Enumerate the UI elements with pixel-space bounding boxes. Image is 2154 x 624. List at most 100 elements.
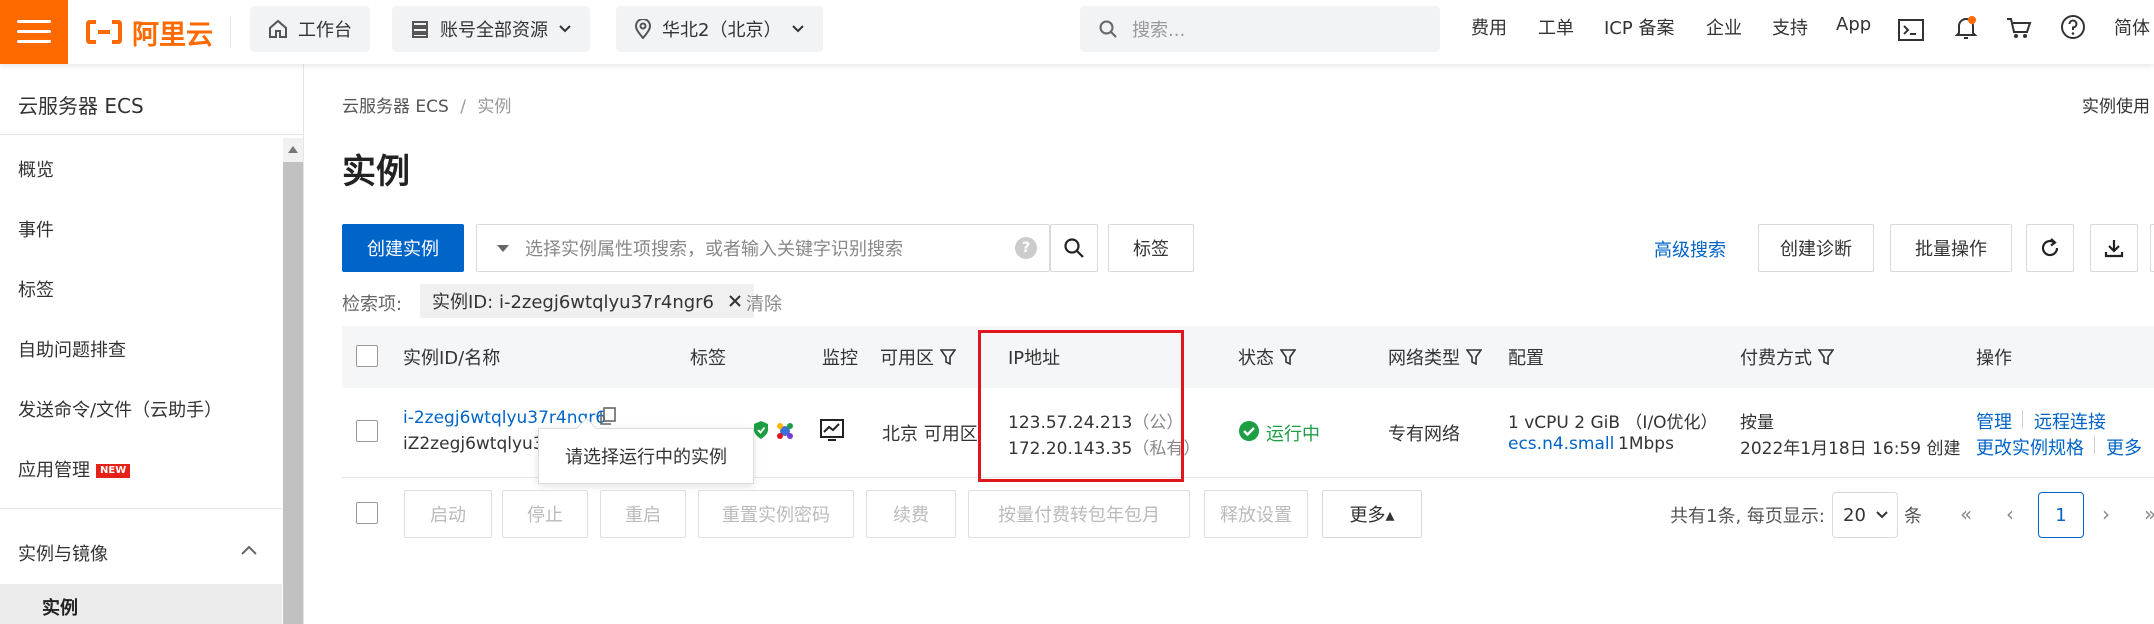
chevron-up-icon[interactable] <box>240 544 258 556</box>
manage-link[interactable]: 管理 <box>1976 408 2012 434</box>
filter-icon[interactable] <box>1466 348 1482 366</box>
create-instance-button[interactable]: 创建实例 <box>342 224 464 272</box>
bell-icon[interactable] <box>1954 14 1978 42</box>
download-icon <box>2104 240 2124 258</box>
sidebar-scroll-thumb[interactable] <box>283 162 303 624</box>
more-actions-link[interactable]: 更多 <box>2106 434 2142 460</box>
settings-button-partial[interactable] <box>2150 224 2154 272</box>
prev-page-icon[interactable]: ‹ <box>2006 502 2014 526</box>
instance-search-input[interactable]: 选择实例属性项搜索，或者输入关键字识别搜索 ? <box>476 224 1050 272</box>
create-diagnosis-button[interactable]: 创建诊断 <box>1758 224 1874 272</box>
aliyun-logo[interactable]: 阿里云 <box>86 14 213 51</box>
bandwidth: 1Mbps <box>1618 434 1674 454</box>
global-search-input[interactable]: 搜索... <box>1080 6 1440 52</box>
global-search-placeholder: 搜索... <box>1132 20 1186 41</box>
col-label: 监控 <box>822 348 858 369</box>
tooltip: 请选择运行中的实例 <box>538 428 754 484</box>
nav-app[interactable]: App <box>1836 14 1871 35</box>
first-page-icon[interactable]: « <box>1960 502 1972 526</box>
sidebar: 云服务器 ECS 概览 事件 标签 自助问题排查 发送命令/文件（云助手） 应用… <box>0 64 304 624</box>
monitor-chart-icon[interactable] <box>820 418 844 442</box>
advanced-search-link[interactable]: 高级搜索 <box>1654 236 1726 262</box>
breadcrumb-root[interactable]: 云服务器 ECS <box>342 97 449 117</box>
nav-tickets[interactable]: 工单 <box>1538 14 1574 40</box>
filter-icon[interactable] <box>1818 348 1834 366</box>
sidebar-item-events[interactable]: 事件 <box>18 216 54 242</box>
caret-down-icon[interactable] <box>497 244 509 252</box>
breadcrumb-current: 实例 <box>477 97 512 117</box>
instance-id-link[interactable]: i-2zegj6wtqlyu37r4ngr6 <box>403 408 606 428</box>
convert-billing-button[interactable]: 按量付费转包年包月 <box>968 490 1190 538</box>
sidebar-divider <box>0 134 304 135</box>
stop-button[interactable]: 停止 <box>502 490 588 538</box>
billing-method: 按量 <box>1740 413 1774 433</box>
sidebar-title: 云服务器 ECS <box>18 94 144 118</box>
row-checkbox[interactable] <box>356 420 378 442</box>
logo-divider <box>230 16 231 48</box>
close-icon[interactable] <box>728 294 742 308</box>
security-agent-icon[interactable] <box>774 420 796 442</box>
check-circle-icon <box>1239 421 1259 441</box>
more-button[interactable]: 更多▴ <box>1322 490 1422 538</box>
menu-icon[interactable] <box>0 0 68 64</box>
nav-icp[interactable]: ICP 备案 <box>1604 14 1674 40</box>
col-label: 操作 <box>1976 348 2012 369</box>
instance-type-link[interactable]: ecs.n4.small <box>1508 434 1614 454</box>
sidebar-item-cloud-assistant[interactable]: 发送命令/文件（云助手） <box>18 396 222 422</box>
filter-chip-text: 实例ID: i-2zegj6wtqlyu37r4ngr6 <box>432 292 715 313</box>
region-label: 华北2（北京） <box>662 20 782 41</box>
page-number-current[interactable]: 1 <box>2038 492 2084 538</box>
renew-button[interactable]: 续费 <box>866 490 956 538</box>
refresh-icon <box>2041 238 2059 257</box>
zone-text: 北京 可用区 <box>882 424 978 445</box>
help-icon[interactable]: ? <box>1015 237 1037 259</box>
terminal-icon[interactable] <box>1898 18 1924 42</box>
release-settings-button[interactable]: 释放设置 <box>1204 490 1308 538</box>
col-config: 配置 <box>1508 344 1544 370</box>
nav-enterprise[interactable]: 企业 <box>1706 14 1742 40</box>
workbench-button[interactable]: 工作台 <box>250 6 370 52</box>
restart-button[interactable]: 重启 <box>600 490 686 538</box>
cart-icon[interactable] <box>2006 16 2032 40</box>
copy-icon[interactable] <box>598 406 618 426</box>
refresh-button[interactable] <box>2026 224 2074 272</box>
account-resources-dropdown[interactable]: 账号全部资源 <box>392 6 590 52</box>
config-spec: 1 vCPU 2 GiB （I/O优化） <box>1508 413 1718 433</box>
sidebar-item-app-management[interactable]: 应用管理 NEW <box>18 456 131 482</box>
batch-operation-button[interactable]: 批量操作 <box>1890 224 2012 272</box>
col-network-type: 网络类型 <box>1388 344 1482 370</box>
scroll-up-icon[interactable] <box>287 144 299 154</box>
tags-button[interactable]: 标签 <box>1108 224 1194 272</box>
clear-filter-link[interactable]: 清除 <box>746 290 782 316</box>
shield-icon[interactable] <box>752 420 770 440</box>
footer-select-all-checkbox[interactable] <box>356 502 378 524</box>
filter-icon[interactable] <box>940 348 956 366</box>
sidebar-item-label: 应用管理 <box>18 460 90 481</box>
language-switch[interactable]: 简体 <box>2114 14 2150 40</box>
region-dropdown[interactable]: 华北2（北京） <box>616 6 824 52</box>
last-page-icon[interactable]: » <box>2144 502 2154 526</box>
sidebar-item-instances-active[interactable]: 实例 <box>0 584 282 624</box>
instance-name: iZ2zegj6wtqlyu37 <box>403 434 555 454</box>
sidebar-item-troubleshoot[interactable]: 自助问题排查 <box>18 336 126 362</box>
nav-support[interactable]: 支持 <box>1772 14 1808 40</box>
page-size-select[interactable]: 20 <box>1832 492 1898 538</box>
status-running: 运行中 <box>1266 424 1320 445</box>
sidebar-item-overview[interactable]: 概览 <box>18 156 54 182</box>
reset-password-button[interactable]: 重置实例密码 <box>698 490 854 538</box>
next-page-icon[interactable]: › <box>2102 502 2110 526</box>
sidebar-group-instances-images[interactable]: 实例与镜像 <box>18 540 108 566</box>
instance-usage-link[interactable]: 实例使用 <box>2082 92 2150 117</box>
remote-connect-link[interactable]: 远程连接 <box>2034 408 2106 434</box>
select-all-checkbox[interactable] <box>356 345 378 367</box>
start-button[interactable]: 启动 <box>404 490 492 538</box>
download-button[interactable] <box>2090 224 2138 272</box>
nav-billing[interactable]: 费用 <box>1471 14 1507 40</box>
help-icon[interactable] <box>2060 14 2086 40</box>
col-label: 状态 <box>1238 348 1274 369</box>
change-spec-link[interactable]: 更改实例规格 <box>1976 434 2084 460</box>
sidebar-item-tags[interactable]: 标签 <box>18 276 54 302</box>
search-button[interactable] <box>1050 224 1098 272</box>
breadcrumb-separator: / <box>460 97 466 117</box>
filter-icon[interactable] <box>1280 348 1296 366</box>
